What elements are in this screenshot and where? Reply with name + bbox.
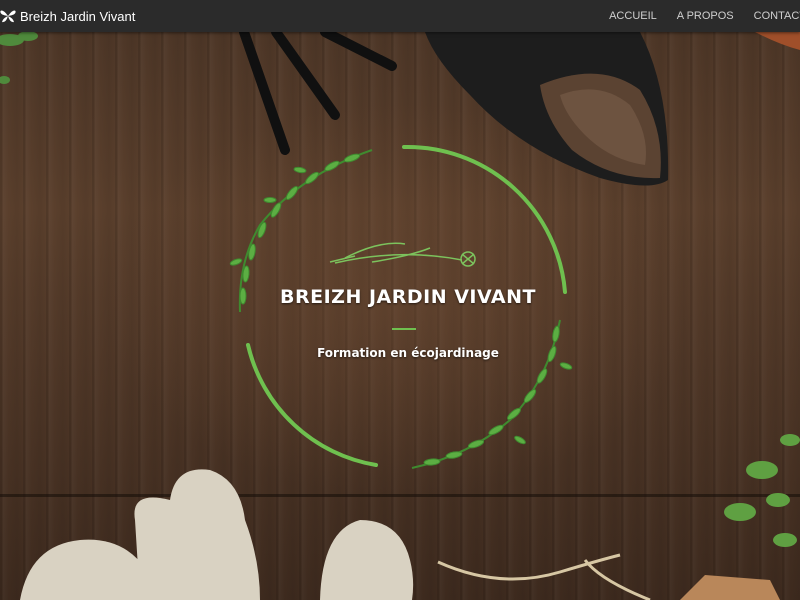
title-divider: [392, 328, 416, 330]
nav-link-contact[interactable]: CONTACT: [754, 10, 800, 22]
emblem-arc-top: [402, 144, 567, 294]
leaf-branch-bottom-right: [411, 319, 573, 469]
brand-link[interactable]: Breizh Jardin Vivant: [0, 8, 135, 24]
nav-links: ACCUEIL A PROPOS CONTACT: [589, 0, 800, 32]
butterfly-icon: [0, 10, 16, 23]
dandelion-sketch: [329, 242, 476, 267]
hero-title: BREIZH JARDIN VIVANT: [280, 286, 536, 308]
page: BREIZH JARDIN VIVANT Formation en écojar…: [0, 0, 800, 600]
nav-link-accueil[interactable]: ACCUEIL: [609, 10, 657, 22]
hero-subtitle: Formation en écojardinage: [317, 346, 499, 360]
hero-emblem: BREIZH JARDIN VIVANT Formation en écojar…: [0, 0, 800, 600]
navbar: Breizh Jardin Vivant ACCUEIL A PROPOS CO…: [0, 0, 800, 32]
emblem-arc-bottom: [246, 343, 378, 467]
nav-link-a-propos[interactable]: A PROPOS: [677, 10, 734, 22]
brand-name: Breizh Jardin Vivant: [20, 8, 136, 24]
